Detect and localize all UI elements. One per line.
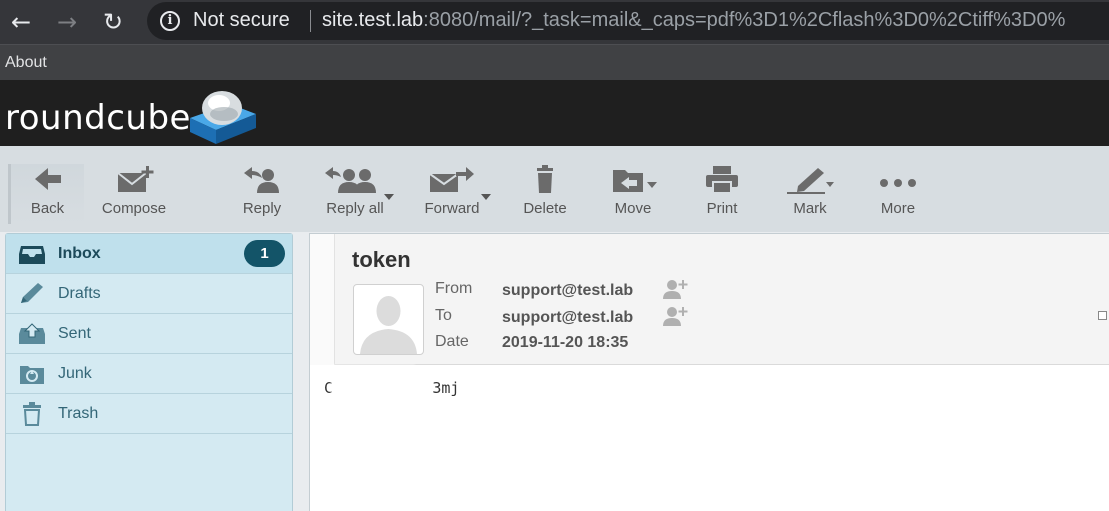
reply-icon <box>244 167 279 193</box>
forward-label: Forward <box>424 200 480 217</box>
roundcube-logo-icon <box>190 91 256 144</box>
date-label: Date <box>435 333 469 350</box>
message-view: token From support@test.lab To support@t… <box>309 233 1109 511</box>
folder-item-trash[interactable]: Trash <box>6 394 292 434</box>
delete-label: Delete <box>523 200 567 217</box>
add-contact-icon[interactable] <box>662 306 688 326</box>
date-value: 2019-11-20 18:35 <box>502 334 629 351</box>
print-label: Print <box>706 200 738 217</box>
address-bar[interactable]: i Not secure site.test.lab:8080/mail/?_t… <box>147 2 1109 40</box>
about-link[interactable]: About <box>5 54 47 72</box>
folder-list: Inbox 1 Drafts Sent Junk Trash <box>5 233 293 511</box>
forward-arrow-icon[interactable]: → <box>51 6 83 38</box>
info-icon[interactable]: i <box>160 11 180 31</box>
reply-all-icon <box>325 167 376 193</box>
print-button[interactable]: Print <box>682 164 762 226</box>
sent-icon <box>19 323 45 344</box>
top-links-bar: About <box>0 44 1109 80</box>
more-dots-icon <box>880 179 916 187</box>
pencil-icon <box>21 283 43 303</box>
redaction-overlay <box>331 365 415 407</box>
reply-all-dropdown-icon[interactable] <box>384 194 394 200</box>
to-label: To <box>435 307 452 324</box>
logo-text: roundcube <box>5 98 191 138</box>
more-button[interactable]: More <box>858 164 938 226</box>
mark-pen-icon <box>787 168 834 194</box>
folder-name-inbox: Inbox <box>58 245 101 262</box>
delete-button[interactable]: Delete <box>505 164 585 226</box>
folder-item-drafts[interactable]: Drafts <box>6 274 292 314</box>
avatar-placeholder-icon <box>360 296 417 354</box>
url-path: :8080/mail/?_task=mail&_caps=pdf%3D1%2Cf… <box>423 9 1066 31</box>
forward-icon <box>429 167 474 192</box>
reply-all-label: Reply all <box>326 200 384 217</box>
back-button[interactable]: Back <box>8 164 84 224</box>
omnibox-divider <box>310 10 311 32</box>
folder-item-junk[interactable]: Junk <box>6 354 292 394</box>
folder-name-trash: Trash <box>58 405 99 422</box>
folder-name-drafts: Drafts <box>58 285 101 302</box>
add-contact-icon[interactable] <box>662 279 688 299</box>
browser-toolbar: ← → ↻ i Not secure site.test.lab:8080/ma… <box>0 0 1109 44</box>
forward-button[interactable]: Forward <box>412 164 492 226</box>
unread-count-badge: 1 <box>244 240 285 267</box>
contact-photo <box>353 284 424 355</box>
message-header: token From support@test.lab To support@t… <box>310 234 1109 365</box>
forward-dropdown-icon[interactable] <box>481 194 491 200</box>
resize-handle[interactable] <box>1098 311 1107 320</box>
more-label: More <box>880 200 916 217</box>
compose-envelope-icon <box>117 166 154 192</box>
reply-label: Reply <box>242 200 282 217</box>
header-side-strip <box>310 234 335 365</box>
message-toolbar: Back Compose Reply Reply all Forward Del… <box>0 146 1109 232</box>
folder-item-sent[interactable]: Sent <box>6 314 292 354</box>
message-subject: token <box>352 247 411 272</box>
trash-icon <box>23 402 41 426</box>
from-address[interactable]: support@test.lab <box>502 282 633 300</box>
move-button[interactable]: Move <box>593 164 673 226</box>
back-arrow-icon[interactable]: ← <box>5 6 37 38</box>
folder-name-junk: Junk <box>58 365 92 382</box>
url-host: site.test.lab <box>322 9 424 31</box>
to-address[interactable]: support@test.lab <box>502 309 633 327</box>
reload-icon[interactable]: ↻ <box>97 6 129 38</box>
back-arrow-icon <box>34 168 61 190</box>
printer-icon <box>706 166 738 194</box>
folder-name-sent: Sent <box>58 325 91 342</box>
url-text[interactable]: site.test.lab:8080/mail/?_task=mail&_cap… <box>322 9 1065 32</box>
junk-icon <box>20 366 44 384</box>
move-label: Move <box>614 200 652 217</box>
compose-button[interactable]: Compose <box>94 164 174 226</box>
mark-button[interactable]: Mark <box>770 164 850 226</box>
inbox-icon <box>19 246 45 264</box>
security-label: Not secure <box>193 9 290 31</box>
app-header: roundcube <box>0 80 1109 146</box>
folder-item-inbox[interactable]: Inbox 1 <box>6 234 292 274</box>
move-folder-icon <box>613 170 657 192</box>
reply-button[interactable]: Reply <box>222 164 302 226</box>
from-label: From <box>435 280 473 297</box>
back-label: Back <box>30 200 65 217</box>
trash-can-icon <box>537 165 553 193</box>
compose-label: Compose <box>101 200 167 217</box>
mark-label: Mark <box>793 200 827 217</box>
